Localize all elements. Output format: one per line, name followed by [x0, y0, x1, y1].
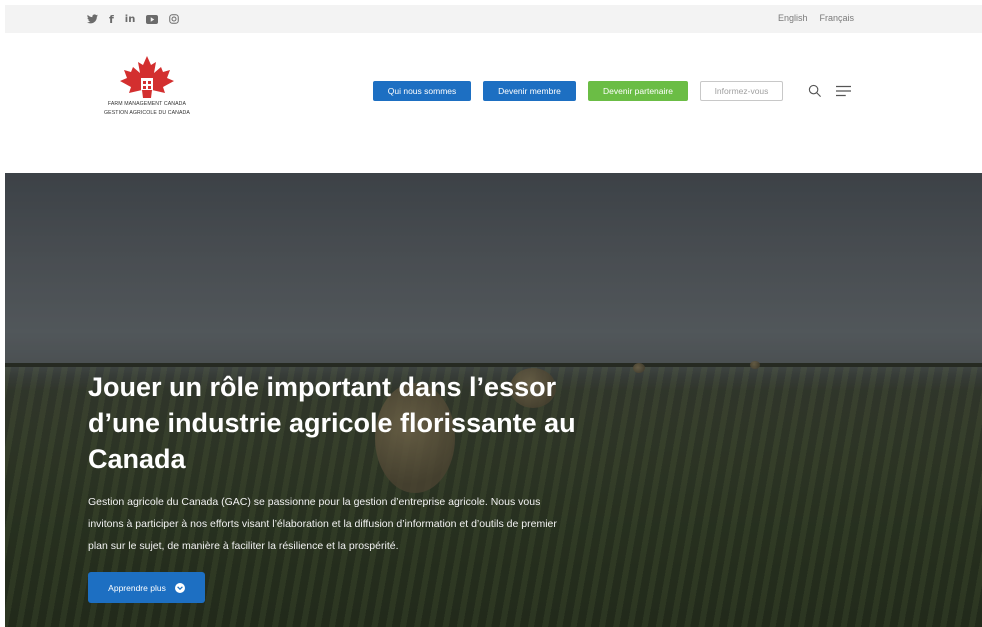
instagram-icon[interactable]	[169, 12, 180, 26]
hero-title: Jouer un rôle important dans l’essor d’u…	[88, 372, 576, 474]
language-switcher: English Français	[778, 13, 854, 23]
social-links: f in	[87, 12, 180, 26]
lang-french-link[interactable]: Français	[819, 13, 854, 23]
linkedin-icon[interactable]: in	[125, 12, 136, 26]
site-logo[interactable]: FARM MANAGEMENT CANADA GESTION AGRICOLE …	[87, 56, 207, 128]
hero-section: Jouer un rôle important dans l’essor d’u…	[5, 173, 982, 627]
logo-text-english: FARM MANAGEMENT CANADA	[107, 101, 187, 107]
learn-more-button[interactable]: Apprendre plus	[88, 572, 205, 603]
facebook-icon[interactable]: f	[109, 12, 114, 26]
nav-get-informed-button[interactable]: Informez-vous	[700, 81, 783, 101]
learn-more-label: Apprendre plus	[108, 582, 166, 593]
page: f in English Français FARM MANAGEMENT CA…	[5, 5, 982, 627]
lang-english-link[interactable]: English	[778, 13, 808, 23]
twitter-icon[interactable]	[87, 12, 98, 26]
top-utility-bar: f in English Français	[5, 5, 982, 33]
header-icons	[808, 84, 851, 98]
maple-leaf-logo-icon	[120, 56, 174, 98]
hero-description: Gestion agricole du Canada (GAC) se pass…	[88, 496, 557, 552]
search-icon[interactable]	[808, 84, 822, 98]
youtube-icon[interactable]	[146, 12, 159, 26]
menu-icon[interactable]	[836, 85, 851, 97]
main-nav: Qui nous sommes Devenir membre Devenir p…	[373, 81, 783, 101]
nav-become-partner-button[interactable]: Devenir partenaire	[588, 81, 688, 101]
site-header: FARM MANAGEMENT CANADA GESTION AGRICOLE …	[5, 33, 982, 173]
nav-who-we-are-button[interactable]: Qui nous sommes	[373, 81, 471, 101]
chevron-down-icon	[174, 582, 185, 593]
logo-text-french: GESTION AGRICOLE DU CANADA	[104, 110, 190, 116]
nav-become-member-button[interactable]: Devenir membre	[483, 81, 576, 101]
